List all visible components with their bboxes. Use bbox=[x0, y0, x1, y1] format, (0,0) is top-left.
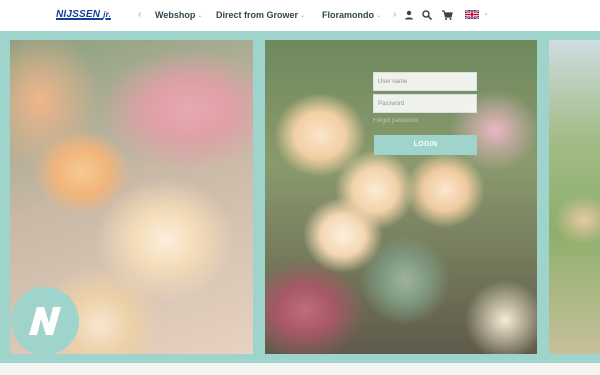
uk-flag-icon[interactable] bbox=[465, 10, 479, 19]
nav-item-floramondo[interactable]: Floramondo ⌄ bbox=[322, 9, 381, 24]
nav-item-webshop[interactable]: Webshop ⌄ bbox=[155, 9, 202, 24]
top-header: NIJSSEN jr. ‹ Webshop ⌄ Direct from Growe… bbox=[0, 0, 600, 31]
flower-image-right bbox=[549, 40, 600, 354]
nav-item-label: Floramondo bbox=[322, 10, 374, 20]
username-placeholder: User name bbox=[378, 79, 408, 85]
logo-text: NIJSSEN bbox=[56, 9, 101, 20]
chevron-down-icon: ⌄ bbox=[300, 13, 306, 19]
nav-item-label: Webshop bbox=[155, 10, 196, 20]
password-field[interactable]: Password bbox=[373, 94, 477, 113]
language-chevron-down-icon[interactable]: ⌄ bbox=[483, 7, 489, 21]
login-button[interactable]: LOGIN bbox=[374, 135, 477, 155]
n-logo-icon bbox=[29, 307, 61, 335]
username-field[interactable]: User name bbox=[373, 72, 477, 91]
chevron-down-icon: ⌄ bbox=[376, 13, 382, 19]
search-icon[interactable] bbox=[421, 9, 433, 21]
nijssen-n-badge bbox=[11, 287, 79, 355]
logo-suffix: jr. bbox=[103, 10, 111, 19]
nav-next-arrow-icon[interactable]: › bbox=[393, 8, 396, 22]
nav-item-label: Direct from Grower bbox=[216, 10, 299, 20]
nav-item-direct-from-grower[interactable]: Direct from Grower ⌄ bbox=[216, 9, 305, 24]
bottom-strip bbox=[0, 363, 600, 375]
user-icon[interactable] bbox=[403, 9, 415, 21]
chevron-down-icon: ⌄ bbox=[197, 13, 203, 19]
nijssen-logo[interactable]: NIJSSEN jr. bbox=[56, 9, 111, 20]
forgot-password-link[interactable]: Forgot password bbox=[373, 118, 418, 124]
cart-icon[interactable] bbox=[441, 9, 453, 21]
password-placeholder: Password bbox=[378, 101, 405, 107]
nav-prev-arrow-icon[interactable]: ‹ bbox=[138, 8, 141, 22]
